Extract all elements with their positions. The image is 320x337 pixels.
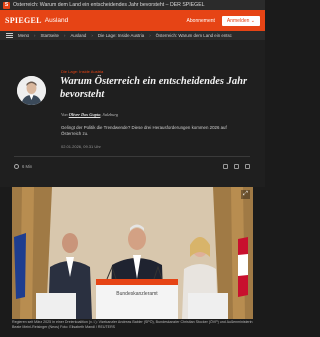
- menu-icon[interactable]: [6, 33, 13, 38]
- abonnement-link[interactable]: Abonnement: [187, 18, 215, 24]
- author-link[interactable]: Oliver Das Gupta: [69, 112, 101, 117]
- byline-prefix: Von: [61, 112, 68, 117]
- expand-icon[interactable]: ⤢: [241, 190, 250, 199]
- menu-label[interactable]: Menü: [18, 33, 29, 38]
- breadcrumb-separator-icon: ›: [33, 33, 36, 38]
- breadcrumb-separator-icon: ›: [91, 33, 93, 38]
- breadcrumb: Menü › Startseite › Ausland › Die Lage: …: [0, 31, 265, 40]
- section-label[interactable]: Ausland: [45, 17, 69, 24]
- author-avatar: [17, 76, 46, 105]
- comment-icon[interactable]: [245, 164, 250, 169]
- breadcrumb-item-ausland[interactable]: Ausland: [70, 33, 86, 38]
- article-header: Die Lage: Inside Austria Warum Österreic…: [0, 40, 265, 187]
- byline-location: , Salzburg: [100, 112, 119, 117]
- photo-caption: Regieren seit März 2025 in einer Dreierk…: [12, 320, 253, 329]
- divider: [14, 156, 250, 157]
- breadcrumb-separator-icon: ›: [64, 33, 66, 38]
- article-teaser: Gelingt der Politik die Trendwende? Dies…: [61, 125, 227, 136]
- article-photo[interactable]: Bundeskanzleramt ⤢: [12, 187, 253, 319]
- article-meta-bar: 6 Min: [14, 164, 250, 169]
- publish-date: 02.01.2026, 09.31 Uhr: [61, 144, 101, 149]
- read-time: 6 Min: [22, 164, 33, 169]
- breadcrumb-item-current: Österreich: Warum dem Land ein entsc: [155, 33, 232, 38]
- breadcrumb-separator-icon: ›: [149, 33, 151, 38]
- site-header: SPIEGEL Ausland Abonnement Anmelden ⌄: [0, 10, 265, 31]
- article-kicker[interactable]: Die Lage: Inside Austria: [61, 69, 103, 74]
- spiegel-favicon-icon: S: [3, 1, 10, 9]
- browser-tab[interactable]: S Österreich: Warum dem Land ein entsche…: [0, 0, 265, 10]
- breadcrumb-item-lage[interactable]: Die Lage: Inside Austria: [98, 33, 144, 38]
- share-icon[interactable]: [223, 164, 228, 169]
- press-conference-image: Bundeskanzleramt: [12, 187, 253, 319]
- clock-icon: [14, 164, 19, 169]
- tab-title: Österreich: Warum dem Land ein entscheid…: [13, 2, 205, 8]
- login-button[interactable]: Anmelden ⌄: [221, 15, 260, 26]
- bookmark-icon[interactable]: [234, 164, 239, 169]
- spiegel-logo[interactable]: SPIEGEL: [5, 16, 42, 25]
- podium-label: Bundeskanzleramt: [116, 291, 158, 297]
- breadcrumb-item-startseite[interactable]: Startseite: [40, 33, 59, 38]
- article-headline: Warum Österreich ein entscheidendes Jahr…: [60, 76, 248, 100]
- byline: Von Oliver Das Gupta, Salzburg: [61, 112, 118, 117]
